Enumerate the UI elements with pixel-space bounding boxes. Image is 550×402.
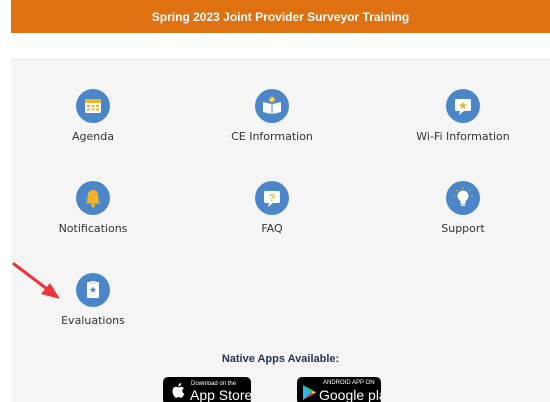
annotation-arrow-icon [12,262,60,299]
